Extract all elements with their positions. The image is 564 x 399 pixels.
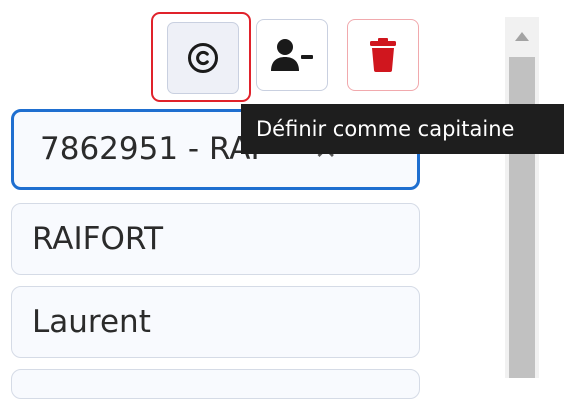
scrollbar[interactable]: [505, 17, 539, 378]
trash-icon: [370, 38, 396, 72]
scroll-up-arrow-icon: [515, 31, 529, 41]
scroll-up-button[interactable]: [505, 17, 539, 55]
player-select-value: 7862951 - RAI: [40, 131, 260, 167]
first-name-field[interactable]: Laurent: [11, 286, 420, 358]
last-name-value: RAIFORT: [32, 221, 164, 257]
first-name-value: Laurent: [32, 304, 151, 340]
copyright-circle-icon: [188, 43, 218, 73]
tooltip-text: Définir comme capitaine: [256, 117, 515, 141]
remove-player-button[interactable]: [256, 19, 328, 91]
set-captain-button-focus-ring[interactable]: [151, 12, 251, 102]
set-captain-button[interactable]: [167, 22, 239, 94]
tooltip: Définir comme capitaine: [241, 104, 564, 154]
delete-button[interactable]: [347, 19, 419, 91]
user-minus-icon: [271, 39, 313, 71]
next-field[interactable]: [11, 369, 420, 399]
last-name-field[interactable]: RAIFORT: [11, 203, 420, 275]
